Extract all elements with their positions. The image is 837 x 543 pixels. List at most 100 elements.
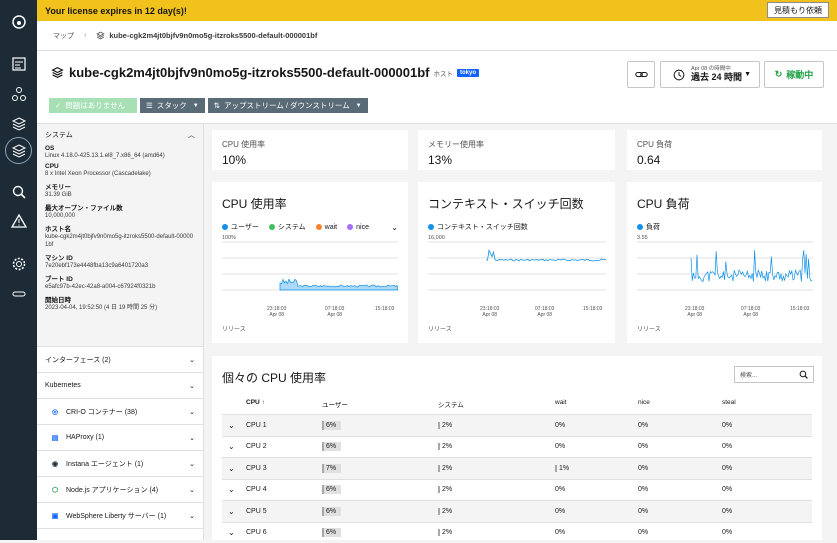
expand-row-icon[interactable]: ⌄ <box>222 528 236 537</box>
table-row[interactable]: ⌄ CPU 1 6% 2% 0% 0% 0% <box>222 414 812 436</box>
cpu-cell: CPU 1 <box>236 422 322 429</box>
stack-icon: ☰ <box>146 101 153 110</box>
legend-item-nice[interactable]: nice <box>347 224 369 231</box>
infrastructure-icon[interactable] <box>5 137 32 164</box>
legend-item-load[interactable]: 負荷 <box>637 222 660 232</box>
service-accordion[interactable]: ◉Instana エージェント (1)⌄ <box>37 451 203 477</box>
system-info-item: ホスト名kube-cgk2m4jt0bjfv9n0mo5g-itzroks550… <box>45 223 195 249</box>
time-range-label: 過去 24 時間 <box>691 73 742 82</box>
expand-row-icon[interactable]: ⌄ <box>222 485 236 494</box>
system-info-item: 最大オープン・ファイル数10,000,000 <box>45 202 195 220</box>
column-header-user[interactable]: ユーザー <box>322 399 438 413</box>
legend-item-context-switches[interactable]: コンテキスト・スイッチ回数 <box>428 222 528 232</box>
details-sidebar: システム︿ OSLinux 4.18.0-425.13.1.el8_7.x86_… <box>37 124 204 540</box>
host-icon <box>51 66 64 79</box>
column-header-steal[interactable]: steal <box>722 399 802 413</box>
user-cell: 6% <box>322 528 341 537</box>
legend-more-icon[interactable]: ⌄ <box>391 223 398 232</box>
system-info-value: 2023-04-04, 19:52:50 (4 日 19 時間 25 分) <box>45 304 195 312</box>
breadcrumb-map-link[interactable]: マップ <box>53 31 74 41</box>
nice-cell: 0% <box>638 508 722 515</box>
accordion-label: インターフェース (2) <box>45 355 111 365</box>
accordion-label: Kubernetes <box>45 382 81 389</box>
cpu-usage-plot <box>222 240 398 304</box>
system-info-value: 7e20ebf173e4448fba13c9a6401720a3 <box>45 262 195 270</box>
expand-row-icon[interactable]: ⌄ <box>222 421 236 430</box>
x-tick: 15:18:03 <box>790 306 809 312</box>
table-row[interactable]: ⌄ CPU 3 7% 2% 1% 0% 0% <box>222 457 812 479</box>
action-bar: ✓問題はありません ☰スタック▼ ⇅アップストリーム / ダウンストリーム▼ <box>49 98 368 113</box>
table-row[interactable]: ⌄ CPU 5 6% 2% 0% 0% 0% <box>222 500 812 522</box>
service-accordion[interactable]: ◎CRI-O コンテナー (38)⌄ <box>37 399 203 425</box>
table-row[interactable]: ⌄ CPU 2 6% 2% 0% 0% 0% <box>222 436 812 458</box>
applications-icon[interactable] <box>9 84 28 103</box>
system-info-key: CPU <box>45 163 195 170</box>
chevron-down-icon: ⌄ <box>189 486 195 494</box>
system-info-item: メモリー31.39 GiB <box>45 181 195 199</box>
steal-cell: 0% <box>722 529 802 536</box>
legend-item-wait[interactable]: wait <box>316 224 337 231</box>
kubernetes-accordion[interactable]: Kubernetes ⌄ <box>37 373 203 399</box>
steal-cell: 0% <box>722 465 802 472</box>
entity-kind: ホスト <box>434 68 454 78</box>
system-info-value: kube-cgk2m4jt0bjfv9n0mo5g-itzroks5500-de… <box>45 233 195 249</box>
expand-row-icon[interactable]: ⌄ <box>222 442 236 451</box>
chart-title: CPU 使用率 <box>222 195 287 212</box>
time-range-picker[interactable]: Apr 08 の時間中過去 24 時間 ▼ <box>660 61 760 88</box>
service-accordion[interactable]: ▣WebSphere Liberty サーバー (1)⌄ <box>37 503 203 529</box>
legend-item-user[interactable]: ユーザー <box>222 222 259 232</box>
events-icon[interactable] <box>9 211 28 230</box>
kpi-label: メモリー使用率 <box>428 139 605 150</box>
flow-icon: ⇅ <box>214 101 220 110</box>
more-icon[interactable] <box>9 284 28 303</box>
entity-header: kube-cgk2m4jt0bjfv9n0mo5g-itzroks5500-de… <box>37 51 837 124</box>
copy-link-button[interactable] <box>627 61 655 88</box>
host-icon <box>96 31 105 40</box>
x-tick: 23:18:03Apr 08 <box>267 306 286 318</box>
expand-row-icon[interactable]: ⌄ <box>222 507 236 516</box>
upstream-label: アップストリーム / ダウンストリーム <box>224 100 350 111</box>
nodejs-icon: ⬡ <box>49 484 61 496</box>
system-panel-header[interactable]: システム︿ <box>45 124 195 145</box>
instana-logo-icon[interactable] <box>9 12 28 31</box>
table-row[interactable]: ⌄ CPU 4 6% 2% 0% 0% 0% <box>222 479 812 501</box>
clock-icon <box>673 69 685 81</box>
chevron-down-icon: ⌄ <box>189 382 195 390</box>
system-info-key: ホスト名 <box>45 223 195 233</box>
system-info-key: ブート ID <box>45 273 195 283</box>
chart-legend: 負荷 <box>637 222 813 232</box>
status-button[interactable]: ✓問題はありません <box>49 98 137 113</box>
table-title: 個々の CPU 使用率 <box>222 369 326 386</box>
column-header-system[interactable]: システム <box>438 399 555 413</box>
page-title: kube-cgk2m4jt0bjfv9n0mo5g-itzroks5500-de… <box>51 65 479 80</box>
system-info-key: 最大オープン・ファイル数 <box>45 202 195 212</box>
stack-dropdown[interactable]: ☰スタック▼ <box>140 98 205 113</box>
system-info-key: OS <box>45 145 195 152</box>
analytics-icon[interactable] <box>9 182 28 201</box>
wait-cell: 0% <box>555 443 565 450</box>
interfaces-accordion[interactable]: インターフェース (2)⌄ <box>37 347 203 373</box>
service-accordion[interactable]: ⬡Node.js アプリケーション (4)⌄ <box>37 477 203 503</box>
live-toggle[interactable]: ↻稼動中 <box>764 61 824 88</box>
search-placeholder: 検索... <box>740 370 757 379</box>
column-header-cpu[interactable]: CPU ↑ <box>236 399 322 413</box>
system-cell: 2% <box>438 508 452 515</box>
x-tick: 23:18:03Apr 08 <box>685 306 704 318</box>
column-header-nice[interactable]: nice <box>638 399 722 413</box>
settings-icon[interactable] <box>9 254 28 273</box>
user-cell: 6% <box>322 421 341 430</box>
table-search-input[interactable]: 検索... <box>734 366 814 383</box>
platforms-icon[interactable] <box>9 114 28 133</box>
column-header-wait[interactable]: wait <box>555 399 638 413</box>
service-accordion[interactable]: ▤HAProxy (1)⌄ <box>37 425 203 451</box>
request-quote-button[interactable]: 見積もり依頼 <box>767 2 829 18</box>
cpu-cell: CPU 3 <box>236 465 322 472</box>
cpu-load-plot <box>637 240 813 304</box>
upstream-dropdown[interactable]: ⇅アップストリーム / ダウンストリーム▼ <box>208 98 368 113</box>
dashboard-icon[interactable] <box>9 54 28 73</box>
wait-cell: 1% <box>555 465 569 472</box>
haproxy-icon: ▤ <box>49 432 61 444</box>
steal-cell: 0% <box>722 422 802 429</box>
legend-item-system[interactable]: システム <box>269 222 306 232</box>
expand-row-icon[interactable]: ⌄ <box>222 464 236 473</box>
